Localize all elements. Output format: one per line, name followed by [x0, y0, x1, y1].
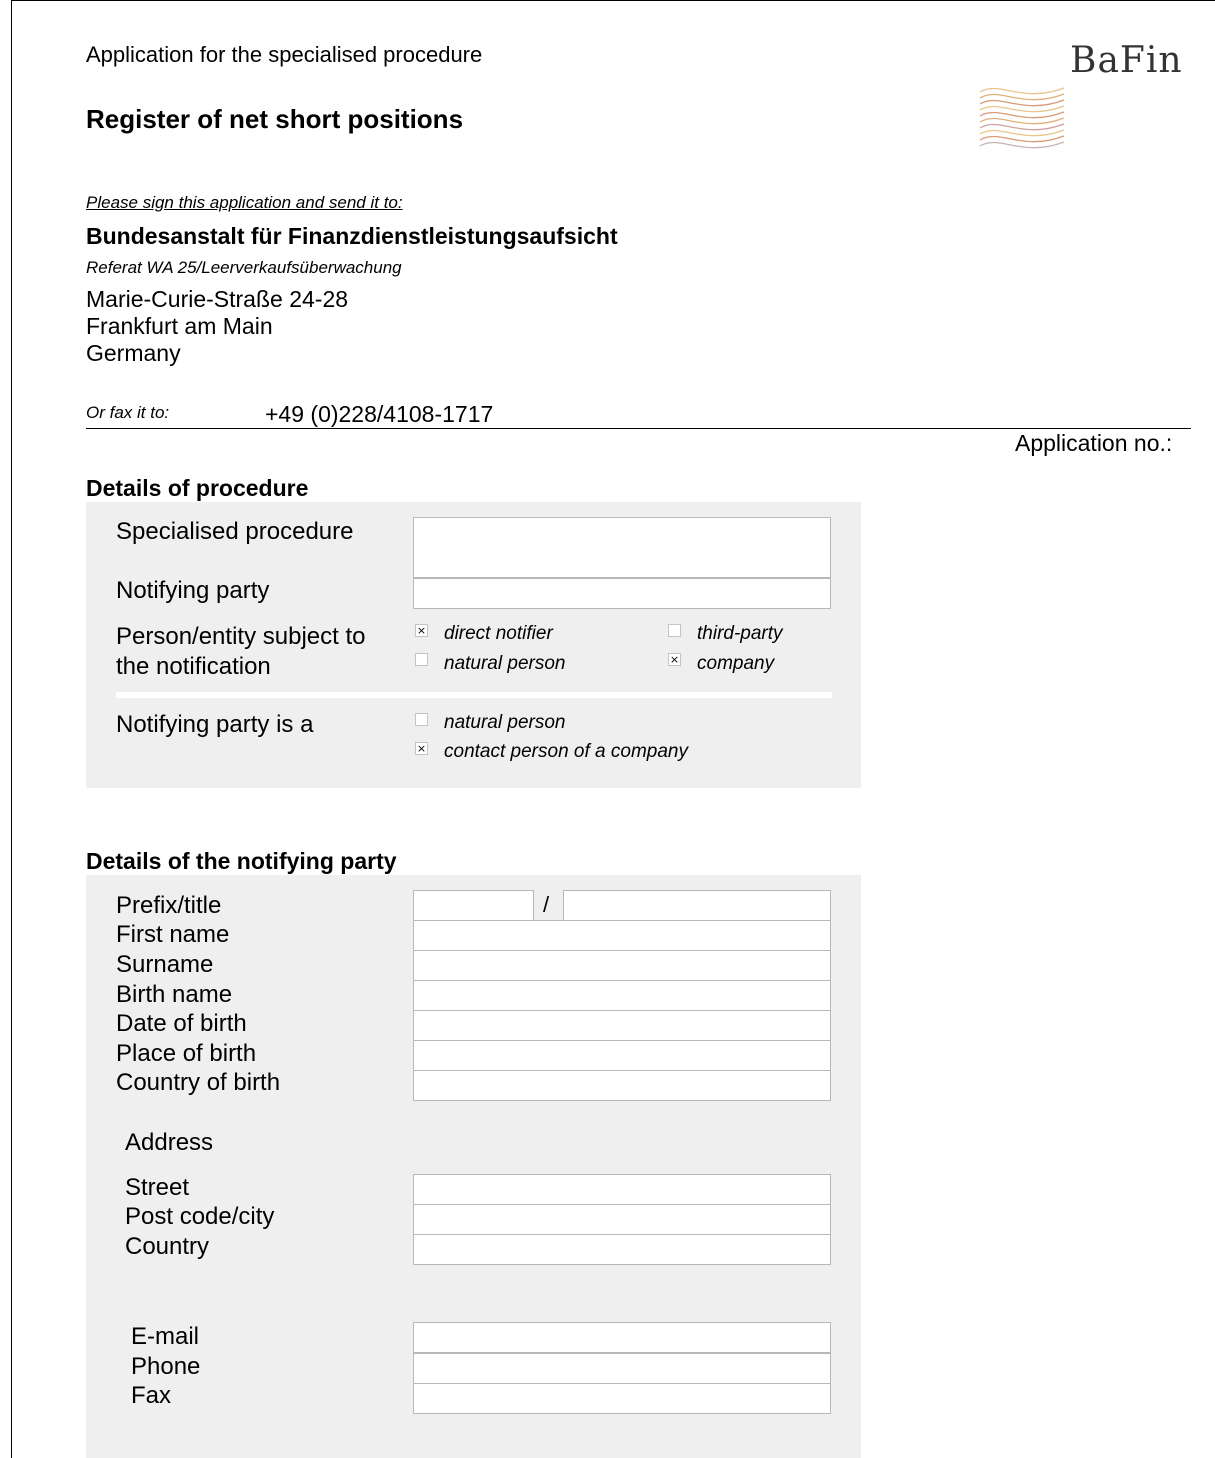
surname-label: Surname: [116, 951, 214, 978]
country-label: Country: [125, 1233, 210, 1260]
prefix-field[interactable]: [413, 890, 534, 921]
phone-field[interactable]: [413, 1353, 831, 1384]
bafin-logo-text: BaFin: [1070, 40, 1183, 81]
procedure-section-heading: Details of procedure: [86, 475, 309, 501]
street-field[interactable]: [413, 1174, 831, 1205]
recipient-city: Frankfurt am Main: [86, 313, 273, 339]
recipient-country: Germany: [86, 340, 181, 366]
fax-number: +49 (0)228/4108-1717: [265, 401, 494, 427]
date-of-birth-label: Date of birth: [116, 1010, 247, 1037]
document-title: Application for the specialised procedur…: [86, 42, 483, 67]
send-instruction: Please sign this application and send it…: [86, 193, 403, 212]
panel-divider: [116, 692, 832, 698]
recipient-department: Referat WA 25/Leerverkaufsüberwachung: [86, 258, 402, 277]
subject-label-line2: the notification: [116, 653, 271, 680]
surname-field[interactable]: [413, 950, 831, 981]
application-number-label: Application no.:: [1015, 430, 1173, 456]
divider-line: [86, 428, 1191, 429]
country-field[interactable]: [413, 1234, 831, 1265]
recipient-street: Marie-Curie-Straße 24-28: [86, 286, 349, 312]
address-heading: Address: [125, 1129, 214, 1156]
party-natural-person-label: natural person: [444, 712, 566, 733]
direct-notifier-checkbox[interactable]: ×: [415, 624, 428, 637]
fax-label: Or fax it to:: [86, 403, 170, 422]
title-field[interactable]: [563, 890, 831, 921]
third-party-label: third-party: [697, 623, 783, 644]
third-party-checkbox[interactable]: [668, 624, 681, 637]
party-natural-person-checkbox[interactable]: [415, 713, 428, 726]
country-of-birth-field[interactable]: [413, 1070, 831, 1101]
date-of-birth-field[interactable]: [413, 1010, 831, 1041]
postcode-city-label: Post code/city: [125, 1203, 275, 1230]
place-of-birth-field[interactable]: [413, 1040, 831, 1071]
fax-field-label: Fax: [131, 1382, 172, 1409]
birth-name-field[interactable]: [413, 980, 831, 1011]
notifying-party-field[interactable]: [413, 578, 831, 609]
prefix-separator: /: [543, 892, 550, 917]
company-label: company: [697, 653, 775, 674]
prefix-title-label: Prefix/title: [116, 892, 222, 919]
first-name-field[interactable]: [413, 920, 831, 951]
notifying-party-label: Notifying party: [116, 577, 270, 604]
subject-label-line1: Person/entity subject to: [116, 623, 366, 650]
recipient-organisation: Bundesanstalt für Finanzdienstleistungsa…: [86, 223, 618, 249]
contact-person-label: contact person of a company: [444, 741, 688, 762]
company-checkbox[interactable]: ×: [668, 653, 681, 666]
postcode-city-field[interactable]: [413, 1204, 831, 1235]
place-of-birth-label: Place of birth: [116, 1040, 257, 1067]
street-label: Street: [125, 1174, 190, 1201]
birth-name-label: Birth name: [116, 981, 233, 1008]
first-name-label: First name: [116, 921, 230, 948]
country-of-birth-label: Country of birth: [116, 1069, 281, 1096]
notifying-party-section-heading: Details of the notifying party: [86, 848, 397, 874]
party-is-label: Notifying party is a: [116, 711, 314, 738]
specialised-procedure-field[interactable]: [413, 517, 831, 578]
bafin-logo-waves-icon: [979, 87, 1065, 149]
natural-person-label: natural person: [444, 653, 566, 674]
specialised-procedure-label: Specialised procedure: [116, 518, 354, 545]
document-subtitle: Register of net short positions: [86, 104, 464, 134]
email-field[interactable]: [413, 1322, 831, 1353]
fax-field[interactable]: [413, 1383, 831, 1414]
contact-person-checkbox[interactable]: ×: [415, 742, 428, 755]
natural-person-checkbox[interactable]: [415, 653, 428, 666]
phone-label: Phone: [131, 1353, 201, 1380]
direct-notifier-label: direct notifier: [444, 623, 553, 644]
email-label: E-mail: [131, 1323, 200, 1350]
